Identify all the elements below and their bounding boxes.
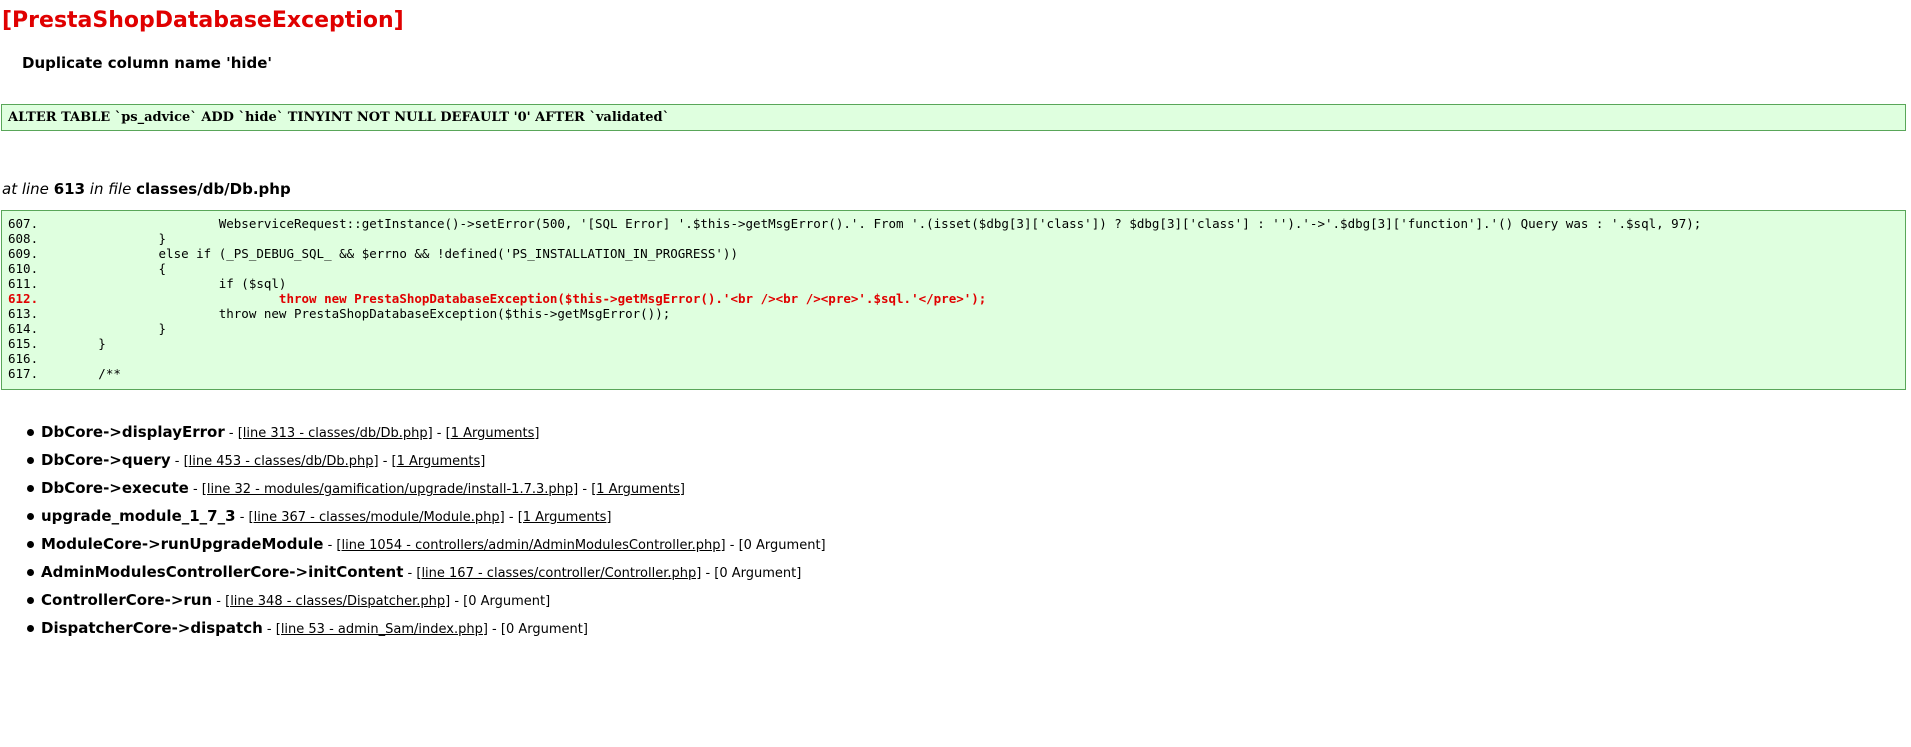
stack-trace-item: upgrade_module_1_7_3 - [line 367 - class… xyxy=(22,502,826,530)
stack-trace-item: DbCore->execute - [line 32 - modules/gam… xyxy=(22,474,826,502)
trace-separator: - xyxy=(170,454,184,469)
bullet-icon xyxy=(27,513,34,520)
trace-separator: - xyxy=(224,426,238,441)
code-line: 607. WebserviceRequest::getInstance()->s… xyxy=(2,216,1905,231)
location-file: classes/db/Db.php xyxy=(136,180,291,198)
trace-function-name: DbCore->query xyxy=(41,451,171,469)
trace-separator: - xyxy=(188,482,202,497)
stack-trace-item: DispatcherCore->dispatch - [line 53 - ad… xyxy=(22,614,826,642)
code-line: 608. } xyxy=(2,231,1905,246)
trace-arguments: [0 Argument] xyxy=(738,538,826,553)
sql-query-box: ALTER TABLE `ps_advice` ADD `hide` TINYI… xyxy=(1,104,1906,131)
code-line: 611. if ($sql) xyxy=(2,276,1905,291)
trace-function-name: AdminModulesControllerCore->initContent xyxy=(41,563,404,581)
trace-function-name: DbCore->displayError xyxy=(41,423,225,441)
location-line-number: 613 xyxy=(53,180,86,198)
location-middle: in file xyxy=(89,180,132,198)
bullet-icon xyxy=(27,485,34,492)
trace-separator: - xyxy=(701,566,715,581)
exception-title: [PrestaShopDatabaseException] xyxy=(2,8,404,33)
trace-separator: - xyxy=(432,426,446,441)
trace-separator: - xyxy=(450,594,464,609)
trace-file-link[interactable]: [line 348 - classes/Dispatcher.php] xyxy=(225,594,450,609)
code-line-text: 609. else if (_PS_DEBUG_SQL_ && $errno &… xyxy=(8,246,738,261)
trace-separator: - xyxy=(403,566,417,581)
trace-separator: - xyxy=(487,622,501,637)
code-line-text: 608. } xyxy=(8,231,167,246)
trace-file-link[interactable]: [line 167 - classes/controller/Controlle… xyxy=(416,566,701,581)
trace-separator: - xyxy=(725,538,739,553)
bullet-icon xyxy=(27,457,34,464)
source-code-excerpt: 607. WebserviceRequest::getInstance()->s… xyxy=(1,210,1906,390)
code-line-text: 615. } xyxy=(8,336,106,351)
stack-trace-item: DbCore->query - [line 453 - classes/db/D… xyxy=(22,446,826,474)
code-line-text: 617. /** xyxy=(8,366,121,381)
trace-function-name: DbCore->execute xyxy=(41,479,189,497)
code-line: 610. { xyxy=(2,261,1905,276)
trace-file-link[interactable]: [line 32 - modules/gamification/upgrade/… xyxy=(202,482,578,497)
location-prefix: at line xyxy=(2,180,49,198)
trace-arguments-link[interactable]: [1 Arguments] xyxy=(591,482,685,497)
error-location: at line 613 in file classes/db/Db.php xyxy=(2,180,291,198)
trace-arguments: [0 Argument] xyxy=(714,566,802,581)
code-line-text: 610. { xyxy=(8,261,167,276)
code-line-error: 612. throw new PrestaShopDatabaseExcepti… xyxy=(2,291,1905,306)
code-line-text: 607. WebserviceRequest::getInstance()->s… xyxy=(8,216,1702,231)
trace-file-link[interactable]: [line 453 - classes/db/Db.php] xyxy=(184,454,379,469)
trace-file-link[interactable]: [line 367 - classes/module/Module.php] xyxy=(249,510,505,525)
trace-separator: - xyxy=(212,594,226,609)
trace-separator: - xyxy=(262,622,276,637)
trace-arguments: [0 Argument] xyxy=(500,622,588,637)
code-line: 615. } xyxy=(2,336,1905,351)
stack-trace-item: ControllerCore->run - [line 348 - classe… xyxy=(22,586,826,614)
trace-function-name: ControllerCore->run xyxy=(41,591,213,609)
bullet-icon xyxy=(27,625,34,632)
code-line: 609. else if (_PS_DEBUG_SQL_ && $errno &… xyxy=(2,246,1905,261)
trace-separator: - xyxy=(235,510,249,525)
stack-trace-item: DbCore->displayError - [line 313 - class… xyxy=(22,418,826,446)
trace-file-link[interactable]: [line 1054 - controllers/admin/AdminModu… xyxy=(336,538,725,553)
trace-separator: - xyxy=(378,454,392,469)
trace-arguments-link[interactable]: [1 Arguments] xyxy=(518,510,612,525)
trace-separator: - xyxy=(323,538,337,553)
bullet-icon xyxy=(27,429,34,436)
bullet-icon xyxy=(27,541,34,548)
stack-trace-list: DbCore->displayError - [line 313 - class… xyxy=(22,418,826,642)
trace-function-name: ModuleCore->runUpgradeModule xyxy=(41,535,324,553)
bullet-icon xyxy=(27,569,34,576)
code-line-text: 613. throw new PrestaShopDatabaseExcepti… xyxy=(8,306,671,321)
trace-separator: - xyxy=(578,482,592,497)
trace-function-name: upgrade_module_1_7_3 xyxy=(41,507,236,525)
trace-arguments-link[interactable]: [1 Arguments] xyxy=(446,426,540,441)
trace-arguments: [0 Argument] xyxy=(463,594,551,609)
trace-function-name: DispatcherCore->dispatch xyxy=(41,619,263,637)
code-line-text: 616. xyxy=(8,351,39,366)
code-line-text: 614. } xyxy=(8,321,167,336)
code-line: 614. } xyxy=(2,321,1905,336)
code-line: 613. throw new PrestaShopDatabaseExcepti… xyxy=(2,306,1905,321)
error-message: Duplicate column name 'hide' xyxy=(22,54,273,72)
code-line: 616. xyxy=(2,351,1905,366)
stack-trace-item: AdminModulesControllerCore->initContent … xyxy=(22,558,826,586)
trace-arguments-link[interactable]: [1 Arguments] xyxy=(392,454,486,469)
trace-separator: - xyxy=(504,510,518,525)
code-line: 617. /** xyxy=(2,366,1905,381)
code-line-text: 611. if ($sql) xyxy=(8,276,287,291)
stack-trace-item: ModuleCore->runUpgradeModule - [line 105… xyxy=(22,530,826,558)
trace-file-link[interactable]: [line 313 - classes/db/Db.php] xyxy=(238,426,433,441)
bullet-icon xyxy=(27,597,34,604)
trace-file-link[interactable]: [line 53 - admin_Sam/index.php] xyxy=(276,622,488,637)
code-line-text: 612. throw new PrestaShopDatabaseExcepti… xyxy=(8,291,987,306)
